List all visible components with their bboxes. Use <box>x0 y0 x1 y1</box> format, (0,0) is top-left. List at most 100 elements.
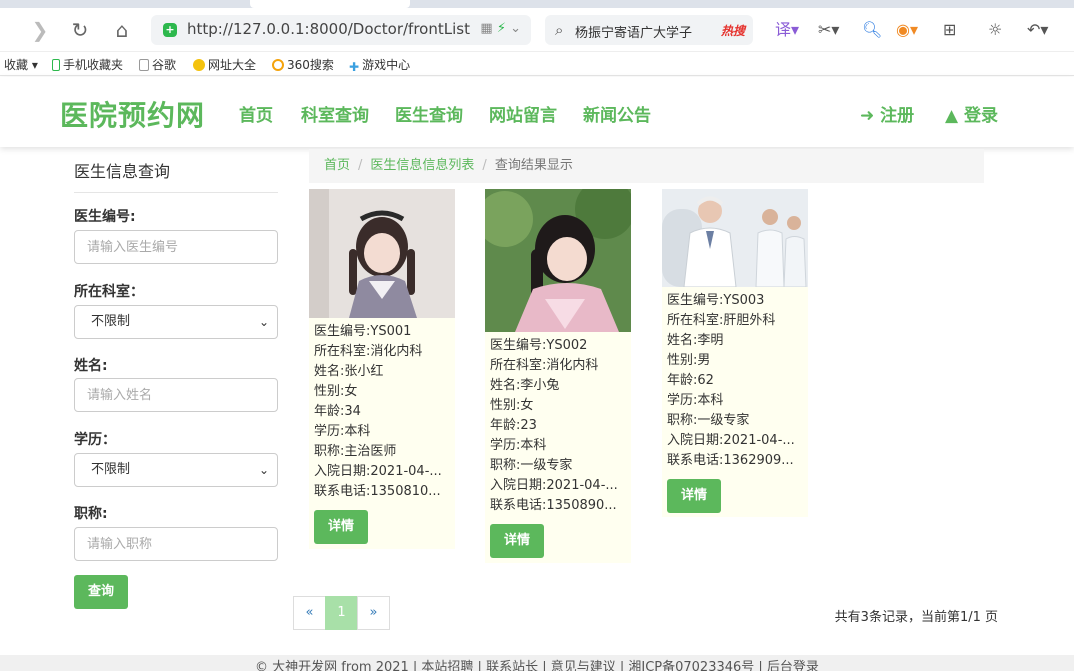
doctor-title: 职称:主治医师 <box>314 444 397 459</box>
job-title-label: 职称: <box>74 506 108 522</box>
doctor-join-date: 入院日期:2021-04-... <box>314 464 442 479</box>
query-button[interactable]: 查询 <box>74 575 128 609</box>
search-icon: ⌕ <box>555 21 564 39</box>
bookmark-mobile[interactable]: 手机收藏夹 <box>52 56 123 73</box>
breadcrumb-home[interactable]: 首页 <box>324 158 350 173</box>
doctor-dept: 所在科室:消化内科 <box>314 344 423 359</box>
breadcrumb-current: 查询结果显示 <box>494 158 573 173</box>
nav-news[interactable]: 新闻公告 <box>583 101 651 126</box>
doctor-sex: 性别:女 <box>314 384 358 399</box>
bookmark-games[interactable]: ✚ 游戏中心 <box>349 56 410 74</box>
nav-home[interactable]: 首页 <box>239 101 273 126</box>
undo-icon[interactable]: ↶▾ <box>1027 19 1048 41</box>
browser-active-tab[interactable] <box>250 0 410 8</box>
magnifier-tool-icon[interactable]: 🔍︎ <box>862 19 882 41</box>
phone-icon <box>52 59 60 71</box>
search-suggestion[interactable]: 杨振宁寄语广大学子 <box>575 22 692 41</box>
nav-guestbook[interactable]: 网站留言 <box>489 101 557 126</box>
pagination-summary: 共有3条记录，当前第1/1 页 <box>834 610 998 625</box>
page-next[interactable]: » <box>357 596 390 630</box>
nav-doctor-query[interactable]: 医生查询 <box>395 101 463 126</box>
doctor-card: 医生编号:YS002 所在科室:消化内科 姓名:李小兔 性别:女 年龄:23 学… <box>485 189 631 563</box>
doctor-photo[interactable] <box>309 189 455 318</box>
breadcrumb: 首页 / 医生信息信息列表 / 查询结果显示 <box>309 149 984 183</box>
doctor-info: 医生编号:YS003 所在科室:肝胆外科 姓名:李明 性别:男 年龄:62 学历… <box>662 287 808 471</box>
nav-department-query[interactable]: 科室查询 <box>301 101 369 126</box>
site-header: 医院预约网 首页 科室查询 医生查询 网站留言 新闻公告 ➜ 注册 ▲ 登录 <box>0 77 1074 147</box>
doctor-education: 学历:本科 <box>667 393 724 408</box>
doctor-no: 医生编号:YS001 <box>314 324 412 339</box>
page-prev[interactable]: « <box>293 596 326 630</box>
chevron-down-icon: ⌄ <box>258 463 269 477</box>
url-text[interactable]: http://127.0.0.1:8000/Doctor/frontList <box>187 20 470 38</box>
doctor-no-input[interactable] <box>74 230 278 264</box>
doctor-phone: 联系电话:1350890... <box>490 498 617 513</box>
apps-grid-icon[interactable]: ⊞ <box>943 19 956 41</box>
login-link[interactable]: ▲ 登录 <box>945 101 998 126</box>
chevron-down-icon: ⌄ <box>258 315 269 329</box>
doctor-photo-image <box>485 189 631 332</box>
browser-search-box[interactable]: ⌕ 杨振宁寄语广大学子 热搜 <box>545 15 753 45</box>
doctor-card: 医生编号:YS001 所在科室:消化内科 姓名:张小红 性别:女 年龄:34 学… <box>309 189 455 549</box>
doctor-photo[interactable] <box>662 189 808 287</box>
doctor-phone: 联系电话:1362909... <box>667 453 794 468</box>
pagination: « 1 » <box>293 596 390 630</box>
doctor-name: 姓名:张小红 <box>314 364 384 379</box>
browser-toolbar: ❯ ↻ ⌂ + http://127.0.0.1:8000/Doctor/fro… <box>0 8 1074 52</box>
doctor-card: 医生编号:YS003 所在科室:肝胆外科 姓名:李明 性别:男 年龄:62 学历… <box>662 189 808 517</box>
bookmark-directory[interactable]: 网址大全 <box>193 56 256 73</box>
doctor-join-date: 入院日期:2021-04-... <box>490 478 618 493</box>
doctor-title: 职称:一级专家 <box>667 413 750 428</box>
doctor-dept: 所在科室:肝胆外科 <box>667 313 776 328</box>
puzzle-icon: ✚ <box>349 60 360 74</box>
register-link[interactable]: ➜ 注册 <box>860 101 914 126</box>
detail-button[interactable]: 详情 <box>667 479 721 513</box>
translate-icon[interactable]: 译▾ <box>775 19 799 41</box>
bookmarks-bar: 收藏 ▾ 手机收藏夹 谷歌 网址大全 360搜索 ✚ 游戏中心 <box>0 52 1074 76</box>
bookmark-360[interactable]: 360搜索 <box>272 56 334 73</box>
doctor-photo[interactable] <box>485 189 631 332</box>
doctor-sex: 性别:女 <box>490 398 534 413</box>
breadcrumb-doctor-list[interactable]: 医生信息信息列表 <box>370 158 474 173</box>
department-label: 所在科室： <box>74 284 144 300</box>
search-360-icon <box>272 59 284 71</box>
plus-circle-icon <box>193 59 205 71</box>
brightness-icon[interactable]: ☼ <box>988 19 1002 41</box>
page-current[interactable]: 1 <box>325 596 358 630</box>
doctor-phone: 联系电话:1350810... <box>314 484 441 499</box>
education-label: 学历： <box>74 432 116 448</box>
address-bar[interactable]: + http://127.0.0.1:8000/Doctor/frontList… <box>151 15 531 45</box>
site-logo[interactable]: 医院预约网 <box>60 94 205 134</box>
detail-button[interactable]: 详情 <box>314 510 368 544</box>
site-footer: © 大神开发网 from 2021 | 本站招聘 | 联系站长 | 意见与建议 … <box>0 655 1074 671</box>
name-input[interactable] <box>74 378 278 412</box>
education-select[interactable]: 不限制 ⌄ <box>74 453 278 487</box>
sidebar-title: 医生信息查询 <box>74 158 278 193</box>
detail-button[interactable]: 详情 <box>490 524 544 558</box>
forward-arrow-icon[interactable]: ❯ <box>28 18 52 42</box>
browser-tab-strip <box>0 0 1074 8</box>
doctor-name: 姓名:李明 <box>667 333 724 348</box>
doctor-age: 年龄:62 <box>667 373 714 388</box>
home-icon[interactable]: ⌂ <box>110 18 134 42</box>
reload-icon[interactable]: ↻ <box>68 18 92 42</box>
doctor-age: 年龄:23 <box>490 418 537 433</box>
job-title-input[interactable] <box>74 527 278 561</box>
doctor-info: 医生编号:YS002 所在科室:消化内科 姓名:李小兔 性别:女 年龄:23 学… <box>485 332 631 516</box>
doctor-sex: 性别:男 <box>667 353 711 368</box>
doctor-age: 年龄:34 <box>314 404 361 419</box>
user-icon: ▲ <box>945 106 959 126</box>
name-label: 姓名: <box>74 358 108 374</box>
url-actions-icon[interactable]: ▦ ⚡ ⌄ <box>480 21 521 36</box>
secure-shield-icon: + <box>163 23 177 37</box>
game-controller-icon[interactable]: ◉▾ <box>896 19 918 41</box>
doctor-title: 职称:一级专家 <box>490 458 573 473</box>
doctor-name: 姓名:李小兔 <box>490 378 560 393</box>
scissors-icon[interactable]: ✂▾ <box>818 19 839 41</box>
doctor-photo-image <box>662 189 808 287</box>
bookmark-google[interactable]: 谷歌 <box>139 56 176 73</box>
doctor-education: 学历:本科 <box>490 438 547 453</box>
doctor-education: 学历:本科 <box>314 424 371 439</box>
bookmark-favorites[interactable]: 收藏 ▾ <box>4 56 38 73</box>
department-select[interactable]: 不限制 ⌄ <box>74 305 278 339</box>
